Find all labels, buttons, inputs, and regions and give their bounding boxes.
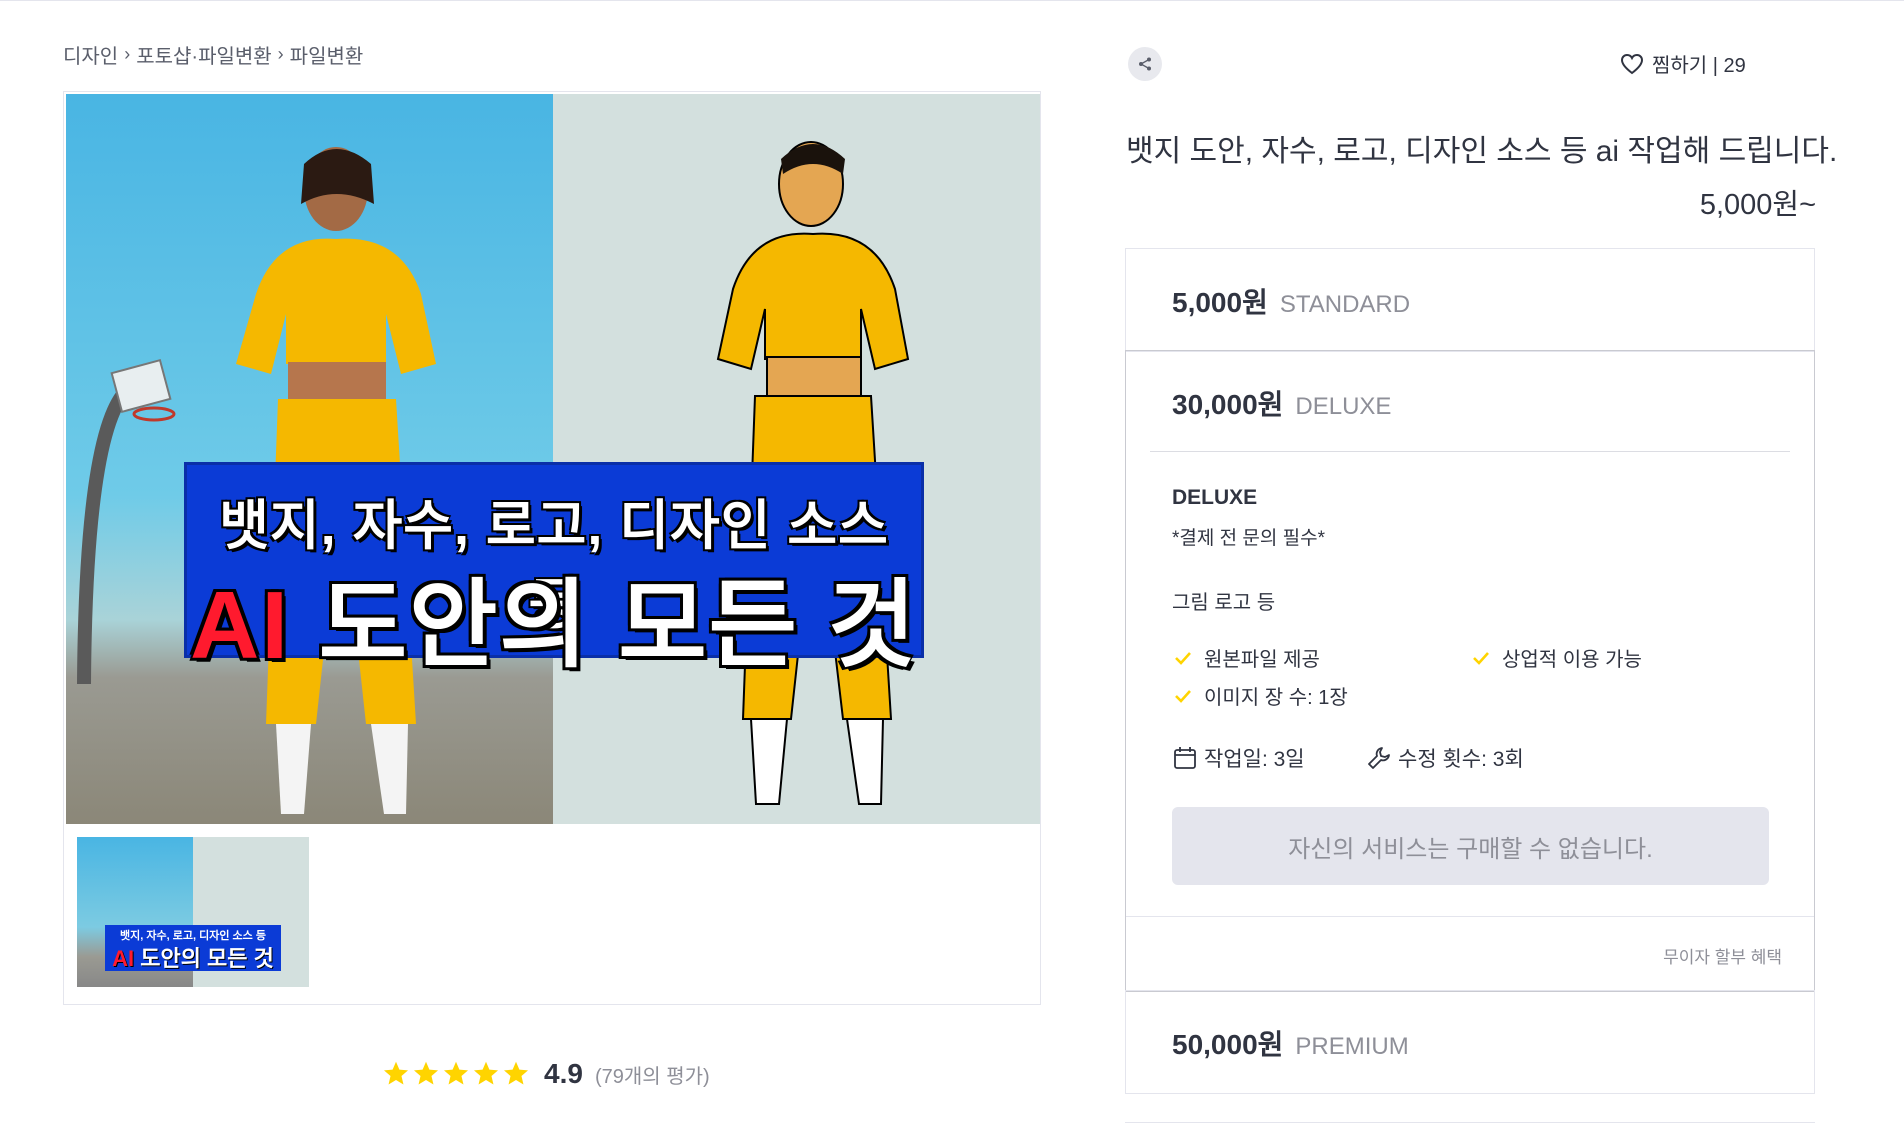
package-price: 30,000원 (1172, 389, 1284, 420)
thumbnail-banner: 뱃지, 자수, 로고, 디자인 소스 등 AI 도안의 모든 것 (105, 925, 281, 971)
package-note: *결제 전 문의 필수* (1172, 528, 1325, 549)
package-standard[interactable]: 5,000원 STANDARD (1125, 248, 1815, 352)
package-detail-title: DELUXE (1172, 486, 1258, 509)
thumbnail-rest-text: 도안의 모든 것 (134, 946, 274, 971)
package-name: PREMIUM (1295, 1033, 1409, 1060)
package-divider (1150, 451, 1790, 452)
feature-label: 원본파일 제공 (1204, 649, 1320, 671)
breadcrumb-item[interactable]: 디자인 (63, 40, 118, 69)
promo-banner: 뱃지, 자수, 로고, 디자인 소스 등 AI 도안의 모든 것 (184, 462, 924, 679)
photo-panel (66, 94, 553, 824)
package-premium[interactable]: 50,000원 PREMIUM (1125, 990, 1815, 1094)
price-from: 5,000원~ (1699, 189, 1816, 221)
thumbnail[interactable]: 뱃지, 자수, 로고, 디자인 소스 등 AI 도안의 모든 것 (77, 837, 309, 987)
breadcrumb: 디자인 › 포토샵·파일변환 › 파일변환 (63, 40, 363, 69)
star-icon (383, 1061, 409, 1085)
work-days: 작업일: 3일 (1172, 743, 1305, 773)
like-label: 찜하기 | 29 (1652, 55, 1746, 77)
image-gallery: 뱃지, 자수, 로고, 디자인 소스 등 AI 도안의 모든 것 뱃지, 자수,… (63, 91, 1041, 1005)
share-button[interactable] (1128, 47, 1162, 81)
package-name: DELUXE (1295, 393, 1392, 420)
feature-label: 이미지 장 수: 1장 (1204, 687, 1348, 709)
feature-item: 원본파일 제공 (1172, 643, 1320, 672)
thumbnail-banner-line-2: AI 도안의 모든 것 (105, 941, 281, 973)
installment-benefit-link[interactable]: 무이자 할부 혜택 (1663, 943, 1782, 968)
chevron-right-icon: › (124, 44, 131, 64)
package-description: 그림 로고 등 (1172, 592, 1276, 614)
illustration-panel (553, 94, 1040, 824)
revisions-label: 수정 횟수: 3회 (1398, 748, 1524, 771)
breadcrumb-item[interactable]: 파일변환 (290, 40, 364, 69)
top-divider (0, 0, 1904, 1)
rating-count[interactable]: (79개의 평가) (595, 1060, 710, 1089)
star-rating (382, 1060, 530, 1088)
share-icon (1139, 57, 1151, 71)
star-icon (473, 1061, 499, 1085)
check-icon (1175, 689, 1191, 703)
bottom-divider (1125, 1122, 1815, 1123)
breadcrumb-item[interactable]: 포토샵·파일변환 (136, 40, 271, 69)
work-days-label: 작업일: 3일 (1204, 748, 1305, 771)
rating-summary: 4.9 (79개의 평가) (382, 1058, 710, 1090)
wrench-icon (1368, 747, 1390, 769)
star-icon (443, 1061, 469, 1085)
package-price: 5,000원 (1172, 287, 1268, 318)
like-button[interactable]: 찜하기 | 29 (1620, 49, 1746, 78)
star-icon (413, 1061, 439, 1085)
chevron-right-icon: › (277, 44, 284, 64)
package-price: 50,000원 (1172, 1029, 1284, 1060)
main-image[interactable]: 뱃지, 자수, 로고, 디자인 소스 등 AI 도안의 모든 것 (66, 94, 1040, 824)
banner-ai-text: AI (190, 572, 291, 679)
package-footer-divider (1126, 916, 1814, 917)
thumbnail-ai-text: AI (112, 946, 135, 971)
package-name: STANDARD (1279, 291, 1411, 318)
check-icon (1175, 651, 1191, 665)
heart-icon (1620, 53, 1644, 74)
feature-label: 상업적 이용 가능 (1502, 649, 1642, 671)
service-title: 뱃지 도안, 자수, 로고, 디자인 소스 등 ai 작업해 드립니다. (1126, 135, 1838, 168)
star-icon (503, 1061, 529, 1085)
basketball-hoop-illustration (77, 358, 176, 684)
package-deluxe[interactable]: 30,000원 DELUXE DELUXE *결제 전 문의 필수* 그림 로고… (1125, 350, 1815, 992)
banner-line-2: AI 도안의 모든 것 (187, 547, 921, 686)
rating-score: 4.9 (544, 1058, 583, 1089)
banner-rest-text: 도안의 모든 것 (290, 572, 918, 679)
check-icon (1473, 651, 1489, 665)
revisions: 수정 횟수: 3회 (1366, 743, 1524, 773)
calendar-icon (1174, 747, 1196, 769)
feature-item: 이미지 장 수: 1장 (1172, 681, 1348, 710)
feature-item: 상업적 이용 가능 (1470, 643, 1642, 672)
buy-button[interactable]: 자신의 서비스는 구매할 수 없습니다. (1172, 807, 1769, 885)
